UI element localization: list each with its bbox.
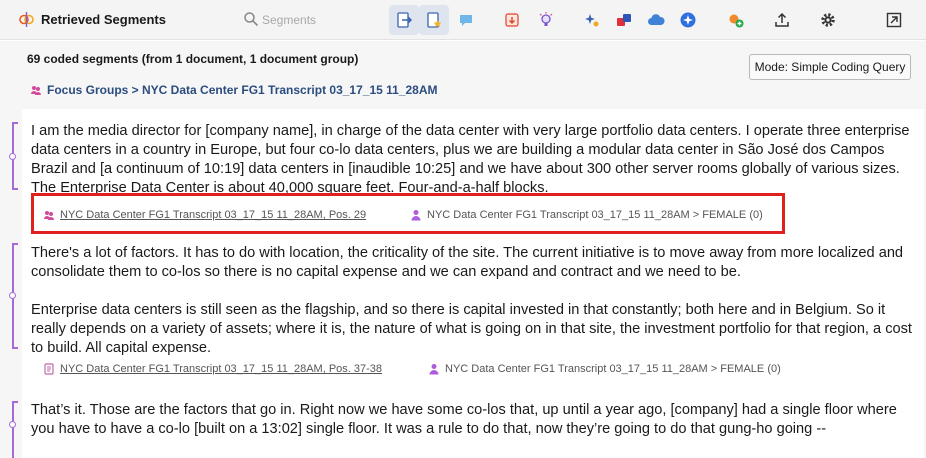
document-icon (44, 363, 54, 375)
ai-assist-button[interactable] (673, 5, 703, 35)
document-star-icon (427, 12, 442, 28)
gear-icon (821, 13, 835, 27)
segment-bar-cap (12, 188, 18, 190)
code-add-icon (729, 14, 744, 28)
document-group-link[interactable]: Focus Groups > NYC Data Center FG1 Trans… (47, 83, 438, 97)
segment-source-link[interactable]: NYC Data Center FG1 Transcript 03_17_15 … (60, 363, 382, 375)
segment-code-label: NYC Data Center FG1 Transcript 03_17_15 … (445, 363, 781, 375)
segment-source: NYC Data Center FG1 Transcript 03_17_15 … (43, 363, 382, 375)
settings-button[interactable] (813, 5, 843, 35)
document-group-icon (31, 86, 41, 95)
segment-bar-handle[interactable] (9, 292, 16, 299)
cloud-icon (648, 14, 665, 25)
show-document-button[interactable] (389, 5, 419, 35)
undock-button[interactable] (879, 5, 909, 35)
segment-code: NYC Data Center FG1 Transcript 03_17_15 … (428, 363, 781, 375)
ai-star-icon (680, 12, 696, 28)
overlapping-squares-icon (617, 14, 631, 26)
highlight-button[interactable] (531, 5, 561, 35)
segment-text: I am the media director for [company nam… (31, 123, 910, 196)
code-overlap-button[interactable] (609, 5, 639, 35)
mode-button[interactable]: Mode: Simple Coding Query (749, 54, 911, 80)
segment-bar-cap (12, 347, 18, 349)
segment-bar-handle[interactable] (9, 421, 16, 428)
summary-button[interactable] (577, 5, 607, 35)
export-button[interactable] (767, 5, 797, 35)
person-icon (429, 364, 439, 375)
lightbulb-icon (539, 12, 553, 26)
segment-card[interactable]: That’s it. Those are the factors that go… (9, 389, 924, 458)
show-memo-button[interactable] (451, 5, 481, 35)
add-code-button[interactable] (721, 5, 751, 35)
segment-text: That’s it. Those are the factors that go… (31, 402, 897, 437)
segment-text: There's a lot of factors. It has to do w… (31, 245, 912, 356)
segments-summary: 69 coded segments (from 1 document, 1 do… (27, 52, 359, 66)
search-input[interactable] (262, 10, 372, 30)
segment-bar-handle[interactable] (9, 153, 16, 160)
segment-card[interactable]: There's a lot of factors. It has to do w… (9, 237, 924, 389)
upload-icon (775, 12, 789, 27)
speech-bubble-icon (460, 15, 472, 26)
document-export-icon (505, 13, 519, 27)
segment-bar (12, 401, 14, 458)
segment-bar-cap (12, 401, 18, 403)
segment-bar-cap (12, 122, 18, 124)
search-icon (244, 12, 259, 27)
text-export-button[interactable] (497, 5, 527, 35)
toolbar: Retrieved Segments (0, 0, 926, 40)
document-group-header: Focus Groups > NYC Data Center FG1 Trans… (30, 83, 438, 97)
cloud-export-button[interactable] (641, 5, 671, 35)
segment-bar-cap (12, 243, 18, 245)
document-arrow-icon (397, 12, 413, 28)
retrieved-segments-icon (19, 12, 34, 27)
show-code-button[interactable] (419, 5, 449, 35)
panel-title: Retrieved Segments (41, 12, 166, 27)
undock-window-icon (886, 12, 902, 28)
highlight-annotation-box (31, 193, 785, 234)
sparkle-icon (585, 14, 599, 27)
